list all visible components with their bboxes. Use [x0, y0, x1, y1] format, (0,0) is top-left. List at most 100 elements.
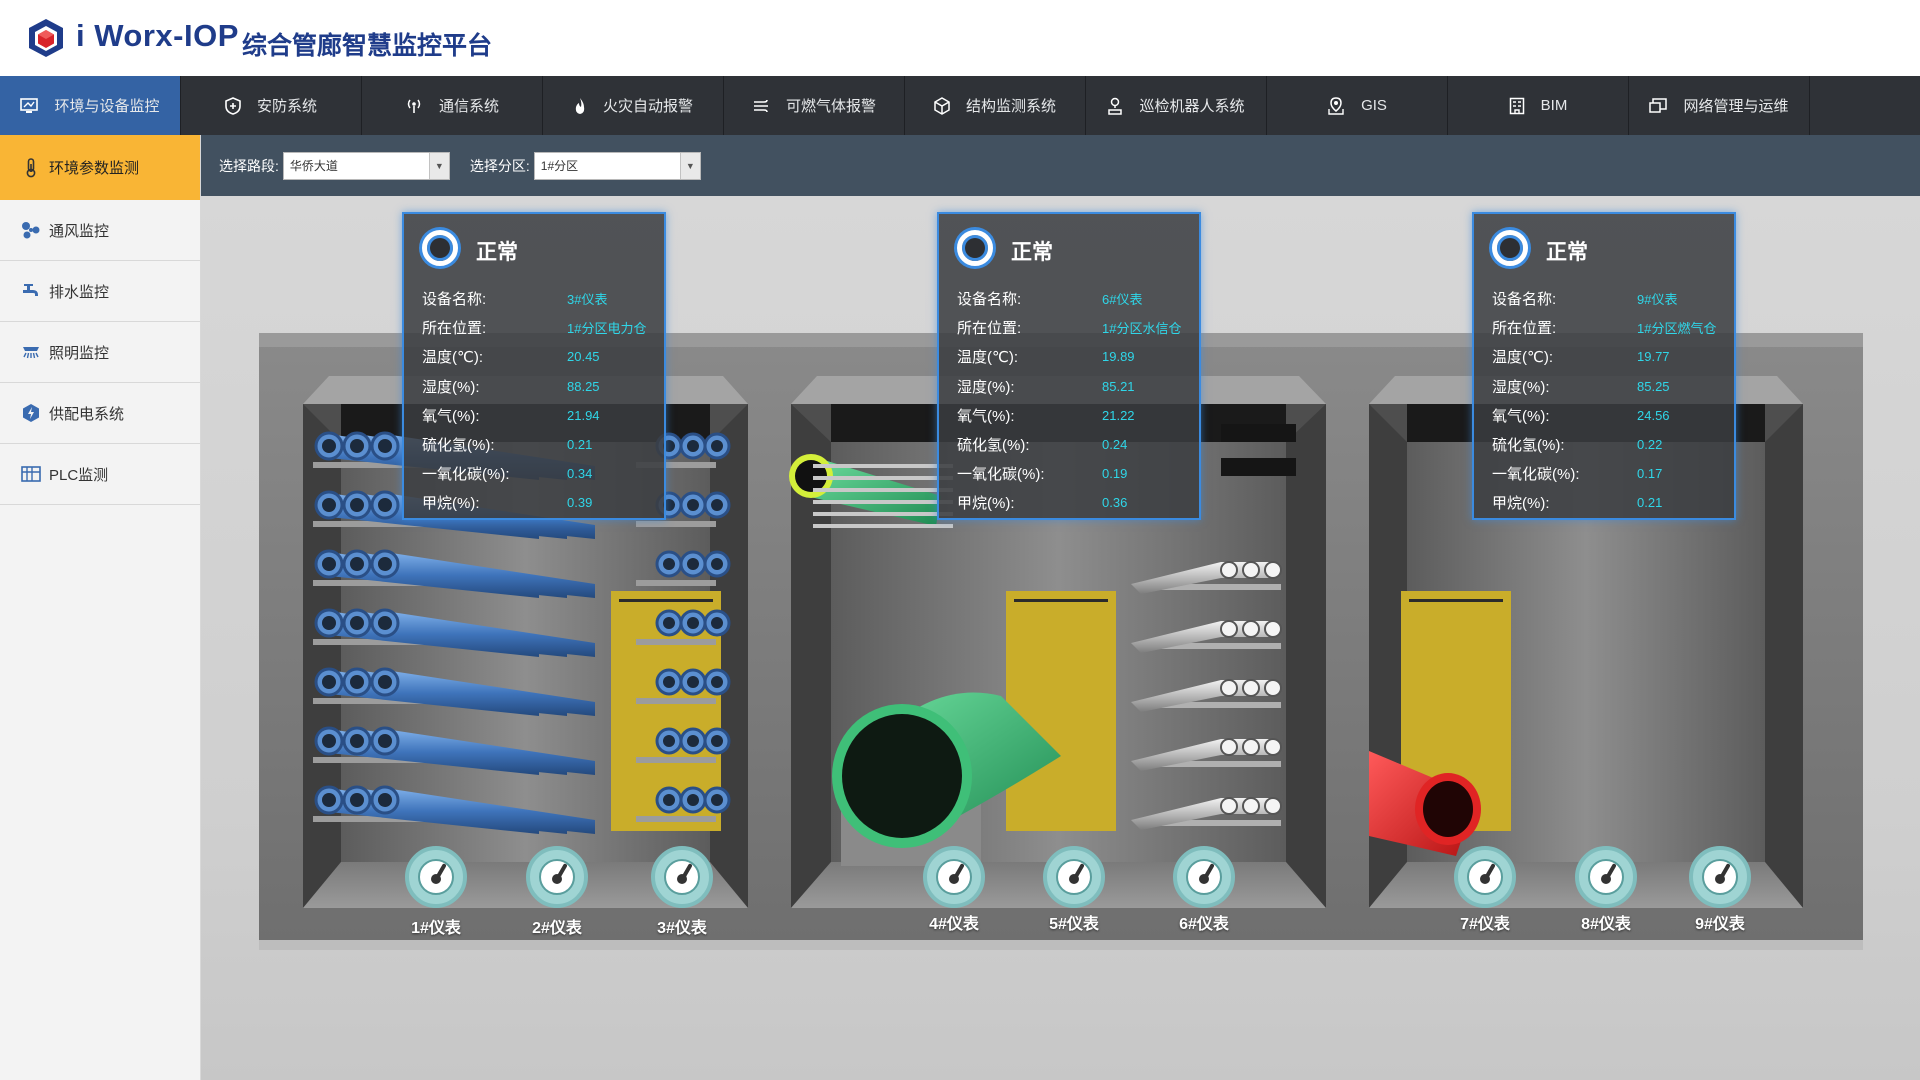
row-value: 9#仪表 [1637, 292, 1678, 308]
robot-icon [1107, 97, 1131, 115]
nav-tab[interactable]: 结构监测系统 [905, 76, 1086, 135]
power-icon [20, 403, 42, 423]
road-select-label: 选择路段: [219, 157, 279, 174]
monitor-panel: 正常 设备名称: 3#仪表 所在位置: 1#分区电力仓 温度(℃): 20.45 湿度(%)… [402, 212, 666, 520]
row-key: 一氧化碳(%): [422, 466, 510, 484]
row-value: 24.56 [1637, 407, 1670, 423]
top-nav: 环境与设备监控 安防系统 通信系统 火灾自动报警 可燃气体报警 结构监测系统 巡检机器人系统… [0, 76, 1920, 135]
nav-tab[interactable]: 环境与设备监控 [0, 76, 181, 135]
gauge-label: 4#仪表 [929, 916, 979, 933]
panel-row: 一氧化碳(%): 0.34 [422, 459, 662, 488]
row-key: 湿度(%): [957, 378, 1015, 396]
plc-icon [20, 465, 42, 483]
gauge-icon[interactable] [923, 846, 985, 908]
gauge-icon[interactable] [651, 846, 713, 908]
panel-row: 设备名称: 6#仪表 [957, 284, 1197, 313]
gauge-label: 6#仪表 [1179, 916, 1229, 933]
road-select-value: 华侨大道 [289, 158, 338, 173]
header: i Worx-IOP 综合管廊智慧监控平台 [0, 0, 1920, 76]
panel-row: 所在位置: 1#分区燃气仓 [1492, 313, 1732, 342]
sidebar-item[interactable]: 排水监控 [0, 261, 200, 322]
sidebar-item-label: 环境参数监测 [49, 160, 140, 177]
gauge-label: 1#仪表 [411, 920, 461, 937]
panel-row: 硫化氢(%): 0.24 [957, 430, 1197, 459]
row-value: 3#仪表 [567, 292, 608, 308]
sidebar-item[interactable]: 照明监控 [0, 322, 200, 383]
sidebar-item-label: 供配电系统 [49, 405, 125, 423]
gauge-label: 2#仪表 [532, 920, 582, 937]
nav-tab-label: 通信系统 [438, 98, 499, 115]
row-key: 硫化氢(%): [1492, 437, 1565, 455]
row-key: 氧气(%): [1492, 407, 1550, 425]
app-root: i Worx-IOP 综合管廊智慧监控平台 环境与设备监控 安防系统 通信系统 火灾自… [0, 0, 1920, 1080]
nav-tab[interactable]: GIS [1267, 76, 1448, 135]
panel-row: 氧气(%): 21.22 [957, 401, 1197, 430]
row-value: 0.36 [1102, 495, 1128, 511]
row-key: 一氧化碳(%): [1492, 466, 1580, 484]
status-text: 正常 [476, 241, 518, 264]
status-text: 正常 [1011, 241, 1053, 264]
gauge-icon[interactable] [1043, 846, 1105, 908]
sidebar-item-label: 排水监控 [49, 283, 110, 301]
sidebar-item-label: 照明监控 [49, 344, 110, 362]
row-key: 设备名称: [957, 291, 1022, 309]
sidebar-item[interactable]: PLC监测 [0, 444, 200, 505]
building-icon [1509, 97, 1533, 115]
row-key: 所在位置: [1492, 320, 1557, 338]
nav-tab[interactable]: 安防系统 [181, 76, 362, 135]
sidebar-item[interactable]: 通风监控 [0, 200, 200, 261]
gauge-icon[interactable] [1173, 846, 1235, 908]
network-icon [1649, 97, 1675, 114]
row-value: 21.22 [1102, 407, 1135, 423]
row-key: 温度(℃): [1492, 349, 1554, 367]
row-key: 甲烷(%): [422, 495, 480, 513]
panel-row: 一氧化碳(%): 0.17 [1492, 459, 1732, 488]
logo-icon [29, 19, 63, 57]
row-key: 甲烷(%): [957, 495, 1015, 513]
row-key: 一氧化碳(%): [957, 466, 1045, 484]
status-ring-icon [1492, 230, 1528, 266]
nav-tab[interactable]: 网络管理与运维 [1629, 76, 1810, 135]
row-value: 6#仪表 [1102, 292, 1143, 308]
row-value: 1#分区水信仓 [1102, 321, 1182, 337]
chevron-down-icon[interactable]: ▼ [679, 152, 700, 179]
nav-tab-label: 结构监测系统 [965, 98, 1056, 115]
row-value: 88.25 [567, 378, 600, 394]
monitor-panel: 正常 设备名称: 9#仪表 所在位置: 1#分区燃气仓 温度(℃): 19.77 湿度(%)… [1472, 212, 1736, 520]
panel-row: 氧气(%): 21.94 [422, 401, 662, 430]
gauge-label: 9#仪表 [1695, 916, 1745, 933]
panel-row: 一氧化碳(%): 0.19 [957, 459, 1197, 488]
nav-tab-label: 火灾自动报警 [602, 98, 693, 115]
gauge-icon[interactable] [526, 846, 588, 908]
row-key: 温度(℃): [422, 349, 484, 367]
row-key: 湿度(%): [1492, 378, 1550, 396]
row-key: 所在位置: [422, 320, 487, 338]
gauge-icon[interactable] [1575, 846, 1637, 908]
gauge-icon[interactable] [1454, 846, 1516, 908]
nav-tab[interactable]: 可燃气体报警 [724, 76, 905, 135]
panel-row: 所在位置: 1#分区水信仓 [957, 313, 1197, 342]
nav-tab[interactable]: 火灾自动报警 [543, 76, 724, 135]
row-key: 甲烷(%): [1492, 495, 1550, 513]
gauge-label: 7#仪表 [1460, 916, 1510, 933]
monitor-icon [20, 97, 46, 114]
gauge-icon[interactable] [1689, 846, 1751, 908]
nav-tab-label: BIM [1540, 97, 1568, 114]
sidebar-item[interactable]: 环境参数监测 [0, 135, 200, 200]
row-value: 0.21 [1637, 495, 1663, 511]
sidebar-item[interactable]: 供配电系统 [0, 383, 200, 444]
nav-tab[interactable]: 巡检机器人系统 [1086, 76, 1267, 135]
row-value: 85.21 [1102, 378, 1135, 394]
nav-tab-label: 安防系统 [256, 98, 317, 115]
road-select[interactable]: 华侨大道 ▼ [282, 151, 450, 180]
zone-select[interactable]: 1#分区 ▼ [533, 151, 701, 180]
gauge-icon[interactable] [405, 846, 467, 908]
brand-name: i Worx-IOP [76, 18, 239, 53]
tunnel-scene: 正常 设备名称: 3#仪表 所在位置: 1#分区电力仓 温度(℃): 20.45 湿度(%)… [201, 196, 1920, 1080]
sidebar: 环境参数监测通风监控排水监控照明监控供配电系统 PLC监测 [0, 135, 201, 1080]
row-key: 硫化氢(%): [422, 437, 495, 455]
chevron-down-icon[interactable]: ▼ [428, 152, 449, 179]
nav-tab[interactable]: 通信系统 [362, 76, 543, 135]
nav-tab[interactable]: BIM [1448, 76, 1629, 135]
panel-row: 温度(℃): 19.89 [957, 342, 1197, 371]
